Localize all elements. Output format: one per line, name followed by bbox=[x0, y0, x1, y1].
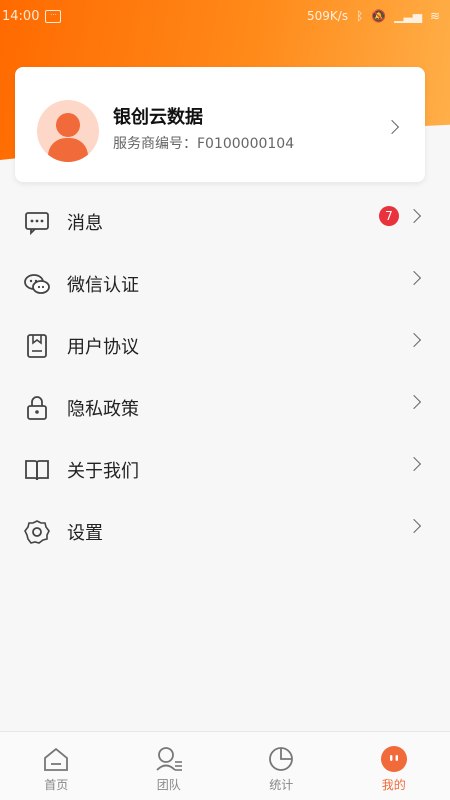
menu-item-label: 微信认证 bbox=[67, 275, 139, 296]
gear-icon bbox=[24, 520, 50, 544]
network-speed: 509K/s bbox=[307, 9, 349, 23]
menu-item-label: 设置 bbox=[67, 523, 103, 544]
tab-statistics[interactable]: 统计 bbox=[225, 732, 338, 800]
status-time: 14:00 bbox=[2, 8, 40, 24]
merchant-number: 服务商编号：F0100000104 bbox=[113, 133, 294, 153]
bluetooth-icon: ᛒ bbox=[356, 9, 364, 23]
company-name: 银创云数据 bbox=[113, 107, 203, 128]
menu-item-label: 关于我们 bbox=[67, 461, 139, 482]
pie-chart-icon bbox=[269, 747, 294, 771]
menu-list: 消息 7 微信认证 用户协议 隐私政策 关于我们 设置 bbox=[0, 190, 450, 562]
tab-label: 首页 bbox=[44, 778, 69, 792]
notification-message-icon: ··· bbox=[45, 9, 62, 23]
tab-label: 我的 bbox=[381, 778, 406, 792]
menu-item-user-agreement[interactable]: 用户协议 bbox=[0, 314, 450, 376]
mute-icon: 🔕 bbox=[371, 9, 387, 23]
chevron-right-icon bbox=[406, 270, 422, 286]
menu-item-label: 消息 bbox=[67, 213, 103, 234]
message-icon bbox=[25, 212, 49, 236]
book-icon bbox=[25, 460, 49, 481]
wifi-icon: ≋ bbox=[429, 9, 440, 23]
avatar bbox=[37, 100, 99, 162]
menu-item-wechat-auth[interactable]: 微信认证 bbox=[0, 252, 450, 314]
tab-home[interactable]: 首页 bbox=[0, 732, 113, 800]
menu-item-about-us[interactable]: 关于我们 bbox=[0, 438, 450, 500]
chevron-right-icon bbox=[406, 518, 422, 534]
merchant-label: 服务商编号： bbox=[113, 136, 197, 152]
status-bar: 14:00 ··· 509K/s ᛒ 🔕 ▁▃▅ ≋ bbox=[0, 0, 450, 32]
wechat-icon bbox=[24, 274, 50, 294]
menu-item-label: 用户协议 bbox=[67, 337, 139, 358]
chevron-right-icon bbox=[384, 119, 400, 135]
signal-icon: ▁▃▅ bbox=[394, 9, 422, 23]
chevron-right-icon bbox=[406, 394, 422, 410]
chevron-right-icon bbox=[406, 208, 422, 224]
menu-item-messages[interactable]: 消息 7 bbox=[0, 190, 450, 252]
chevron-right-icon bbox=[406, 456, 422, 472]
team-icon bbox=[156, 747, 182, 771]
tab-label: 团队 bbox=[156, 778, 181, 792]
tab-team[interactable]: 团队 bbox=[113, 732, 226, 800]
menu-item-privacy-policy[interactable]: 隐私政策 bbox=[0, 376, 450, 438]
merchant-number-value: F0100000104 bbox=[197, 136, 295, 152]
profile-icon bbox=[380, 746, 407, 772]
lock-icon bbox=[27, 396, 47, 420]
home-icon bbox=[44, 747, 69, 771]
tab-mine[interactable]: 我的 bbox=[338, 732, 450, 800]
profile-card[interactable]: 银创云数据 服务商编号：F0100000104 bbox=[15, 67, 425, 182]
unread-badge: 7 bbox=[379, 206, 399, 226]
menu-item-label: 隐私政策 bbox=[67, 399, 139, 420]
menu-item-settings[interactable]: 设置 bbox=[0, 500, 450, 562]
chevron-right-icon bbox=[406, 332, 422, 348]
bottom-tab-bar: 首页 团队 统计 我的 bbox=[0, 731, 450, 800]
agreement-icon bbox=[27, 334, 47, 358]
tab-label: 统计 bbox=[269, 778, 294, 792]
